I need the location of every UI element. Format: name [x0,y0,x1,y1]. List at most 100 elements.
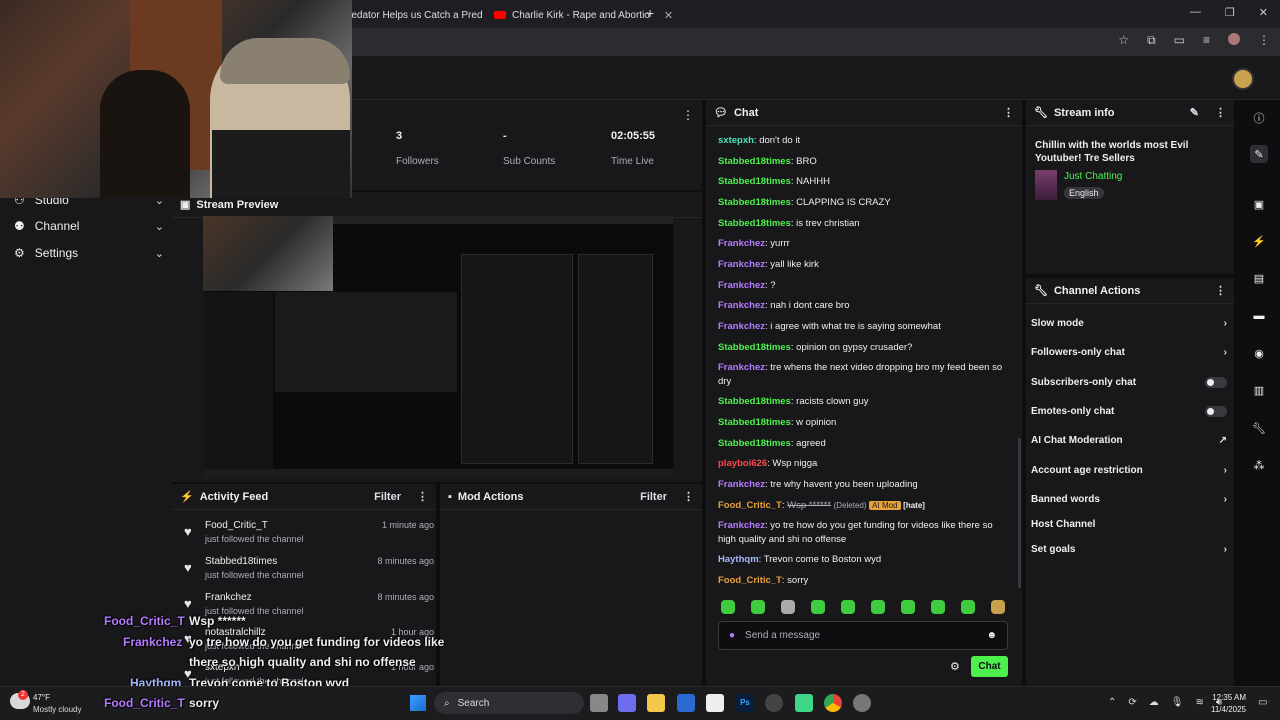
broadcast-icon[interactable]: ◉ [1250,344,1268,362]
more-icon[interactable]: ⋮ [1003,106,1014,119]
panel-title: Stream Preview [196,198,279,211]
preview-webcam [203,216,333,291]
browser-menu-icon[interactable]: ⋮ [1258,33,1270,48]
host-channel-action[interactable]: Host Channel [1031,519,1227,530]
app-icon[interactable] [795,694,813,712]
mod-actions-panel: ▪ Mod Actions Filter ⋮ [440,484,702,686]
emote-icon[interactable] [871,600,885,614]
settings-app-icon[interactable] [853,694,871,712]
shield-icon: ▪ [448,490,452,503]
store-icon[interactable] [677,694,695,712]
subscribers-only-toggle[interactable] [1205,377,1227,388]
chevron-up-icon[interactable]: ⌃ [1108,697,1116,708]
preview-chat [461,254,573,464]
chat-message: Food_Critic_T: sorry [718,575,809,586]
chat-scrollbar[interactable] [1018,438,1021,588]
heart-icon: ♥ [184,524,192,539]
layout-icon[interactable]: ▥ [1250,381,1268,399]
maximize-icon[interactable]: ❐ [1225,6,1235,19]
emote-icon[interactable] [991,600,1005,614]
chat-icon[interactable]: ▬ [1250,307,1268,325]
set-goals-action[interactable]: Set goals › [1031,544,1227,555]
category-link[interactable]: Just Chatting [1064,171,1122,182]
chat-message: Stabbed18times: opinion on gypsy crusade… [718,342,913,353]
chat-message: Frankchez: yurrr [718,238,790,249]
panel-title: Channel Actions [1053,284,1141,297]
preview-nested [275,292,457,392]
followers-only-action[interactable]: Followers-only chat › [1031,347,1227,358]
bookmark-star-icon[interactable]: ☆ [1118,33,1129,48]
more-icon[interactable]: ⋮ [1215,106,1226,119]
panel-title: Chat [733,106,759,119]
chat-message: Stabbed18times: BRO [718,156,817,167]
chat-input[interactable]: ● Send a message ☻ [718,621,1008,650]
new-tab-button[interactable]: + [646,5,654,21]
microphone-icon[interactable]: ● [729,630,735,641]
stream-preview-video[interactable] [203,216,673,478]
photoshop-icon[interactable]: Ps [736,694,754,712]
sync-icon[interactable]: ⟳ [1128,697,1136,708]
windows-start-icon[interactable] [410,695,426,711]
filter-button[interactable]: Filter [640,491,667,503]
emote-icon[interactable] [961,600,975,614]
lightning-icon[interactable]: ⚡ [1250,232,1268,250]
chevron-down-icon: ⌄ [154,220,164,233]
extensions-icon[interactable]: ⧉ [1147,33,1156,48]
emote-icon[interactable] [751,600,765,614]
emote-icon[interactable] [781,600,795,614]
notification-icon[interactable]: ▭ [1258,697,1267,708]
cloud-icon[interactable]: ☁ [1149,697,1159,708]
file-explorer-icon[interactable] [647,694,665,712]
emotes-only-toggle[interactable] [1205,406,1227,417]
emote-icon[interactable] [931,600,945,614]
cast-icon[interactable]: ▭ [1174,33,1185,48]
close-window-icon[interactable]: ✕ [1259,6,1268,19]
close-icon[interactable]: ✕ [664,9,673,22]
wifi-icon[interactable]: ≋ [1195,697,1203,708]
taskbar-search[interactable]: ⌕ Search [434,692,584,714]
ai-chat-moderation-action[interactable]: AI Chat Moderation ↗ [1031,435,1227,446]
reading-list-icon[interactable]: ≡ [1203,33,1210,48]
pencil-icon[interactable]: ✎ [1250,145,1268,163]
emote-icon[interactable] [811,600,825,614]
chat-send-button[interactable]: Chat [971,656,1008,677]
profile-icon[interactable] [1228,33,1240,45]
panel-title: Activity Feed [199,490,269,503]
emote-icon[interactable] [841,600,855,614]
banned-words-action[interactable]: Banned words › [1031,494,1227,505]
info-icon[interactable]: ⓘ [1250,109,1268,127]
sidebar-item-channel[interactable]: ⚉ Channel ⌄ [14,219,164,233]
copilot-icon[interactable] [618,694,636,712]
tab-title: Charlie Kirk - Rape and Abortio [512,9,650,21]
pencil-icon[interactable]: ✎ [1190,106,1199,119]
overlay-chat-text: yo tre how do you get funding for videos… [189,635,445,649]
wrench-icon[interactable]: 🔧︎ [1250,419,1268,437]
chat-message: Frankchez: yo tre how do you get funding… [718,520,993,545]
webcam-overlay [0,0,352,198]
slow-mode-action[interactable]: Slow mode › [1031,318,1227,329]
chrome-icon[interactable] [824,694,842,712]
camera-icon[interactable]: ▣ [1250,195,1268,213]
sidebar-item-settings[interactable]: ⚙ Settings ⌄ [14,246,164,260]
document-icon[interactable]: ▤ [1250,269,1268,287]
more-icon[interactable]: ⋮ [682,108,694,122]
more-icon[interactable]: ⋮ [417,490,428,503]
share-icon[interactable]: ⁂ [1250,456,1268,474]
overlay-chat-text: Wsp ****** [189,614,246,628]
more-icon[interactable]: ⋮ [683,490,694,503]
emoji-icon[interactable]: ☻ [986,630,997,641]
emote-icon[interactable] [721,600,735,614]
more-icon[interactable]: ⋮ [1215,284,1226,297]
account-age-action[interactable]: Account age restriction › [1031,465,1227,476]
chat-settings-icon[interactable]: ⚙ [950,660,960,673]
task-view-icon[interactable] [590,694,608,712]
clock-time: 12:35 AM [1212,693,1246,702]
avatar[interactable] [1232,68,1254,90]
tab-title: redator Helps us Catch a Pred [348,9,483,21]
obs-icon[interactable] [765,694,783,712]
filter-button[interactable]: Filter [374,491,401,503]
app-icon[interactable] [706,694,724,712]
minimize-icon[interactable]: — [1190,6,1201,19]
microphone-icon[interactable]: 🎙︎ [1171,697,1184,708]
emote-icon[interactable] [901,600,915,614]
